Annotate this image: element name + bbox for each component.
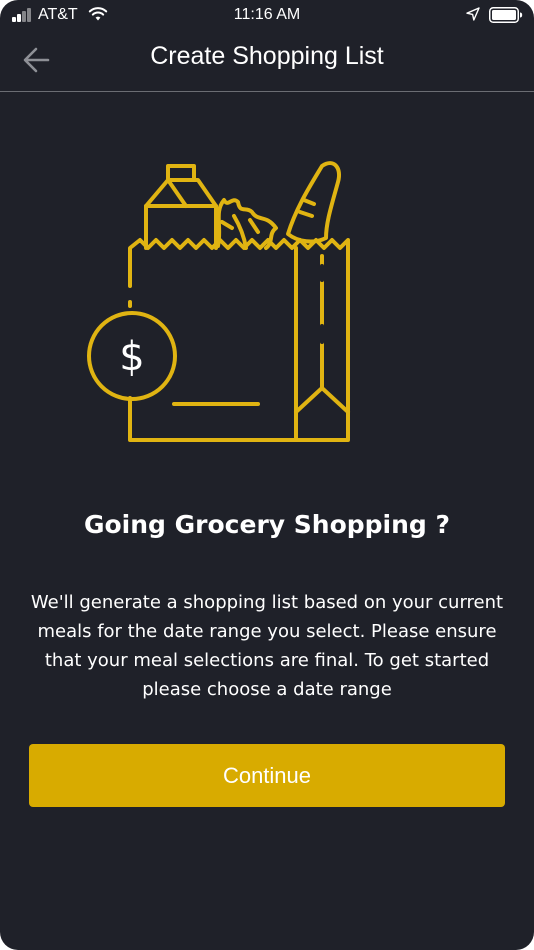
location-icon — [466, 7, 480, 21]
headline: Going Grocery Shopping ? — [83, 510, 451, 539]
continue-button[interactable]: Continue — [29, 744, 505, 807]
currency-symbol: $ — [119, 334, 144, 380]
description-text: We'll generate a shopping list based on … — [30, 592, 504, 700]
nav-bar: Create Shopping List — [0, 30, 534, 92]
status-time: 11:16 AM — [233, 6, 301, 23]
battery-icon — [489, 7, 523, 23]
app-screen: AT&T 11:16 AM Create Shopping List $ Goi… — [0, 0, 534, 950]
page-title: Create Shopping List — [150, 42, 384, 70]
grocery-bag-icon: $ — [87, 161, 350, 442]
status-bar: AT&T 11:16 AM — [0, 0, 534, 30]
